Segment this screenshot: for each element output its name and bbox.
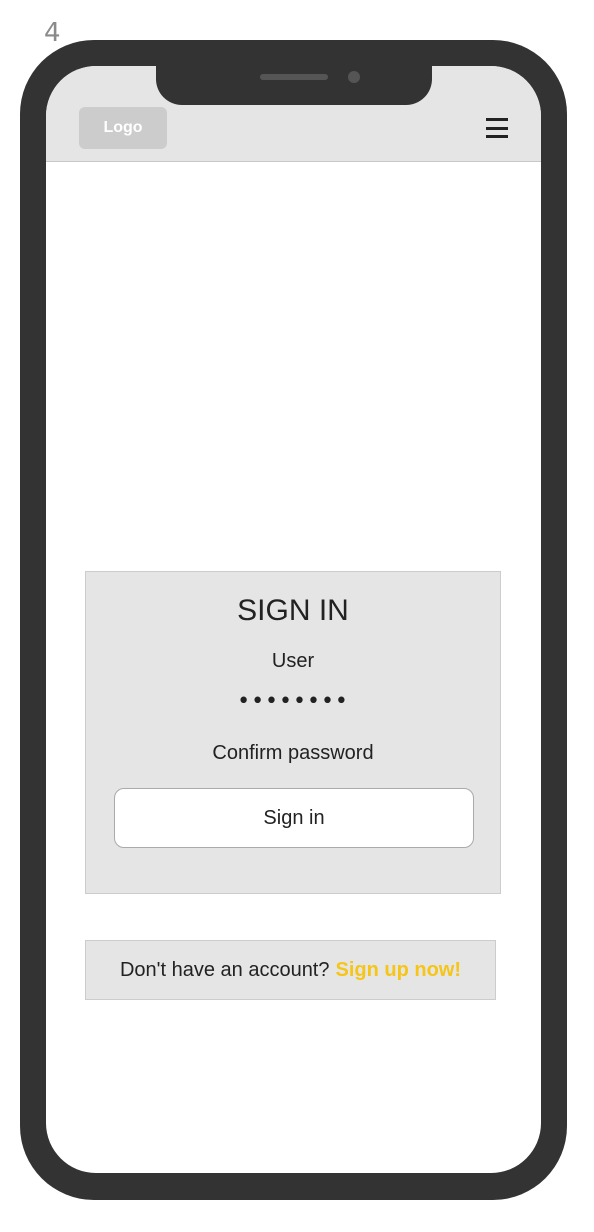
signin-card: SIGN IN User •••••••• Confirm password S… [85,571,501,894]
confirm-password-field[interactable]: Confirm password [86,742,500,765]
signup-banner: Don't have an account? Sign up now! [85,940,496,1000]
hamburger-menu-icon[interactable] [486,118,508,138]
menu-bar-line [486,126,508,130]
phone-frame: Logo SIGN IN User •••••••• Confirm passw… [20,40,567,1200]
username-field[interactable]: User [86,650,500,673]
menu-bar-line [486,118,508,121]
phone-notch [156,66,432,105]
logo[interactable]: Logo [79,107,167,149]
signup-link[interactable]: Sign up now! [336,959,462,982]
front-camera-icon [348,71,360,83]
password-field[interactable]: •••••••• [86,689,500,714]
signup-prompt: Don't have an account? [119,958,330,981]
menu-bar-line [486,135,508,138]
speaker-grille [260,74,328,80]
signin-button[interactable]: Sign in [114,788,474,848]
page-number: 4 [44,18,61,48]
phone-screen: Logo SIGN IN User •••••••• Confirm passw… [46,66,541,1173]
signin-title: SIGN IN [237,594,349,627]
